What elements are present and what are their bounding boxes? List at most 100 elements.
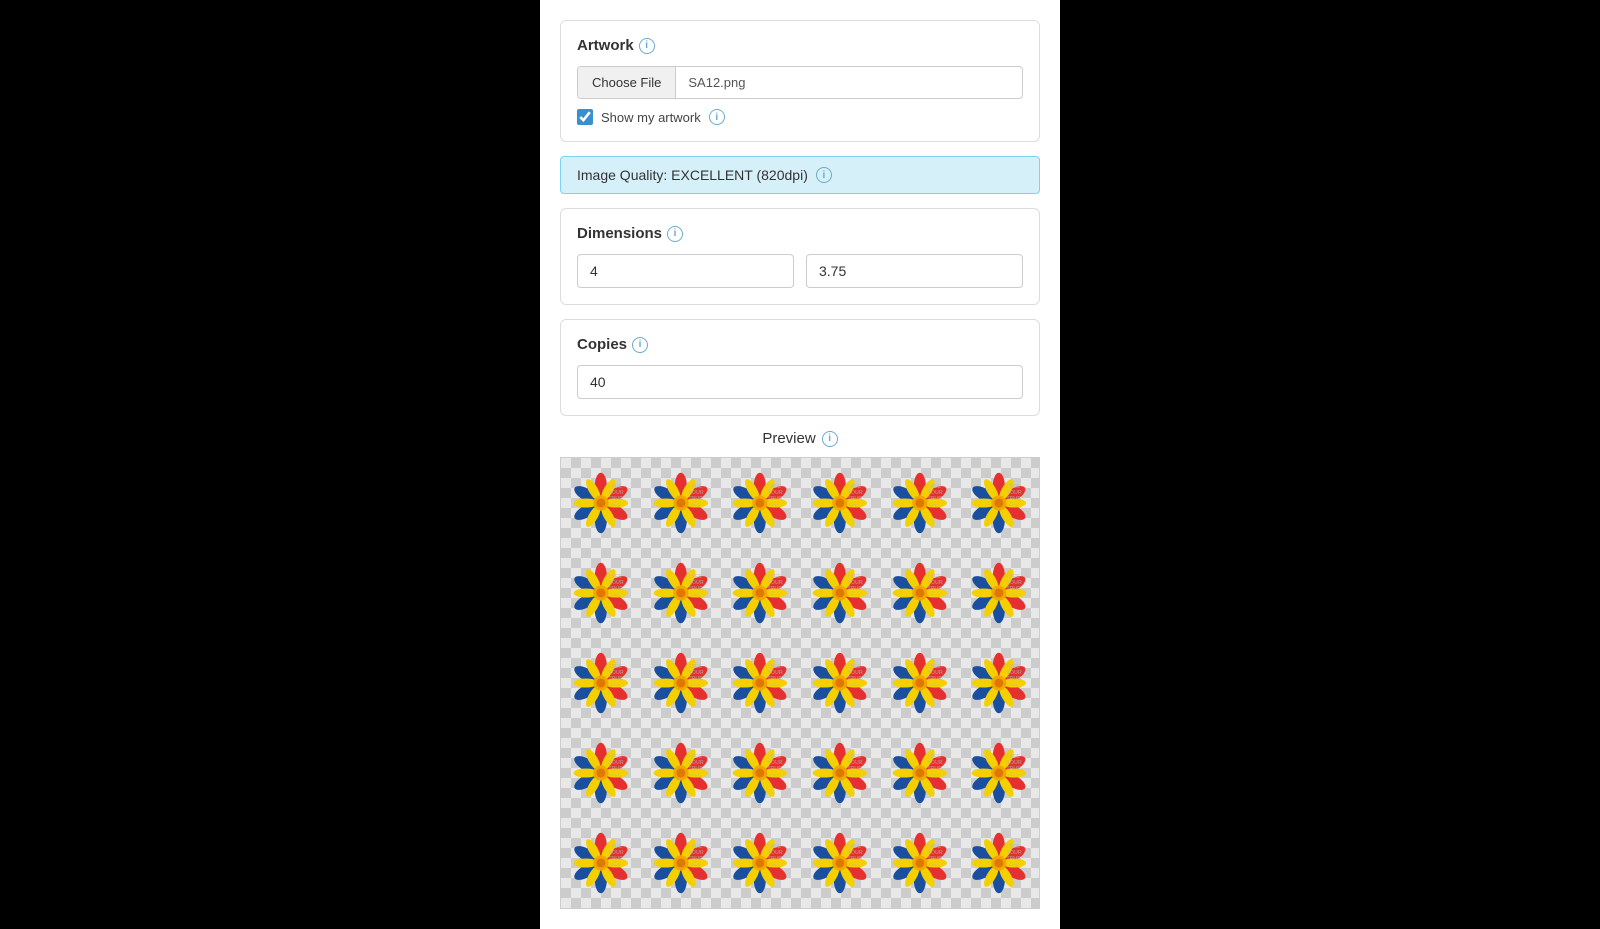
svg-text:YOUR: YOUR [927,580,942,586]
svg-text:I SEE: I SEE [1007,754,1021,760]
svg-text:colors: colors [847,682,859,687]
svg-text:colors: colors [688,592,700,597]
svg-text:TRUE: TRUE [608,586,623,592]
svg-text:TRUE: TRUE [1007,766,1022,772]
artwork-info-icon[interactable]: i [639,38,655,54]
sticker-item: I SEE YOUR TRUE colors [959,638,1039,728]
svg-text:TRUE: TRUE [768,766,783,772]
svg-text:YOUR: YOUR [927,670,942,676]
sticker-item: I SEE YOUR TRUE colors [880,638,960,728]
svg-text:TRUE: TRUE [847,676,862,682]
svg-text:I SEE: I SEE [768,754,782,760]
svg-text:colors: colors [927,772,939,777]
svg-text:I SEE: I SEE [847,754,861,760]
dimensions-info-icon[interactable]: i [667,226,683,242]
svg-text:TRUE: TRUE [927,856,942,862]
svg-text:colors: colors [608,862,620,867]
svg-text:I SEE: I SEE [768,574,782,580]
svg-text:TRUE: TRUE [1007,676,1022,682]
svg-text:colors: colors [927,682,939,687]
sticker-item: I SEE YOUR TRUE colors [561,638,641,728]
svg-text:YOUR: YOUR [1007,760,1022,766]
preview-info-icon[interactable]: i [822,431,838,447]
svg-text:colors: colors [847,772,859,777]
svg-text:TRUE: TRUE [927,766,942,772]
quality-label: Image Quality: EXCELLENT (820dpi) [577,167,808,183]
sticker-item: I SEE YOUR TRUE colors [720,638,800,728]
sticker-item: I SEE YOUR TRUE colors [880,728,960,818]
svg-text:I SEE: I SEE [688,844,702,850]
sticker-item: I SEE YOUR TRUE colors [641,548,721,638]
svg-text:YOUR: YOUR [608,850,623,856]
svg-text:colors: colors [847,862,859,867]
svg-text:YOUR: YOUR [608,760,623,766]
svg-text:YOUR: YOUR [1007,850,1022,856]
quality-info-icon[interactable]: i [816,167,832,183]
svg-text:TRUE: TRUE [847,856,862,862]
svg-text:YOUR: YOUR [688,670,703,676]
sticker-item: I SEE YOUR TRUE colors [800,458,880,548]
svg-text:I SEE: I SEE [608,484,622,490]
svg-text:YOUR: YOUR [608,490,623,496]
svg-text:colors: colors [1007,502,1019,507]
show-artwork-info-icon[interactable]: i [709,109,725,125]
copies-section: Copies i [560,319,1040,416]
svg-text:TRUE: TRUE [688,766,703,772]
artwork-section: Artwork i Choose File SA12.png Show my a… [560,20,1040,142]
sticker-item: I SEE YOUR TRUE colors [720,728,800,818]
svg-text:TRUE: TRUE [1007,586,1022,592]
sticker-item: I SEE YOUR TRUE colors [720,458,800,548]
svg-text:YOUR: YOUR [847,580,862,586]
svg-text:TRUE: TRUE [927,676,942,682]
svg-text:YOUR: YOUR [768,670,783,676]
show-artwork-checkbox[interactable] [577,109,593,125]
svg-text:I SEE: I SEE [1007,664,1021,670]
sticker-item: I SEE YOUR TRUE colors [800,728,880,818]
sticker-item: I SEE YOUR TRUE colors [641,818,721,908]
svg-text:TRUE: TRUE [688,586,703,592]
svg-text:TRUE: TRUE [688,496,703,502]
svg-text:YOUR: YOUR [1007,490,1022,496]
svg-text:YOUR: YOUR [847,850,862,856]
svg-text:I SEE: I SEE [768,664,782,670]
sticker-item: I SEE YOUR TRUE colors [641,458,721,548]
svg-text:I SEE: I SEE [608,844,622,850]
svg-text:colors: colors [768,862,780,867]
svg-text:YOUR: YOUR [768,850,783,856]
show-artwork-label: Show my artwork [601,110,701,125]
sticker-item: I SEE YOUR TRUE colors [959,458,1039,548]
svg-text:YOUR: YOUR [1007,670,1022,676]
sticker-item: I SEE YOUR TRUE colors [561,548,641,638]
sticker-item: I SEE YOUR TRUE colors [880,458,960,548]
width-input[interactable] [577,254,794,288]
svg-text:colors: colors [688,682,700,687]
svg-text:colors: colors [688,502,700,507]
svg-text:TRUE: TRUE [927,586,942,592]
copies-input[interactable] [577,365,1023,399]
svg-text:colors: colors [927,592,939,597]
svg-text:YOUR: YOUR [608,580,623,586]
svg-text:TRUE: TRUE [768,586,783,592]
svg-text:colors: colors [1007,682,1019,687]
height-input[interactable] [806,254,1023,288]
svg-text:TRUE: TRUE [1007,496,1022,502]
svg-text:TRUE: TRUE [768,496,783,502]
svg-text:TRUE: TRUE [688,856,703,862]
svg-text:colors: colors [1007,862,1019,867]
main-panel: Artwork i Choose File SA12.png Show my a… [540,0,1060,929]
sticker-item: I SEE YOUR TRUE colors [641,728,721,818]
svg-text:TRUE: TRUE [847,496,862,502]
sticker-item: I SEE YOUR TRUE colors [561,818,641,908]
dimensions-section: Dimensions i [560,208,1040,305]
svg-text:I SEE: I SEE [927,574,941,580]
copies-info-icon[interactable]: i [632,337,648,353]
choose-file-button[interactable]: Choose File [578,67,676,98]
svg-text:colors: colors [768,592,780,597]
svg-text:colors: colors [927,862,939,867]
sticker-item: I SEE YOUR TRUE colors [720,818,800,908]
svg-text:YOUR: YOUR [927,850,942,856]
svg-text:I SEE: I SEE [608,664,622,670]
svg-text:YOUR: YOUR [768,580,783,586]
svg-text:YOUR: YOUR [1007,580,1022,586]
svg-text:YOUR: YOUR [927,490,942,496]
